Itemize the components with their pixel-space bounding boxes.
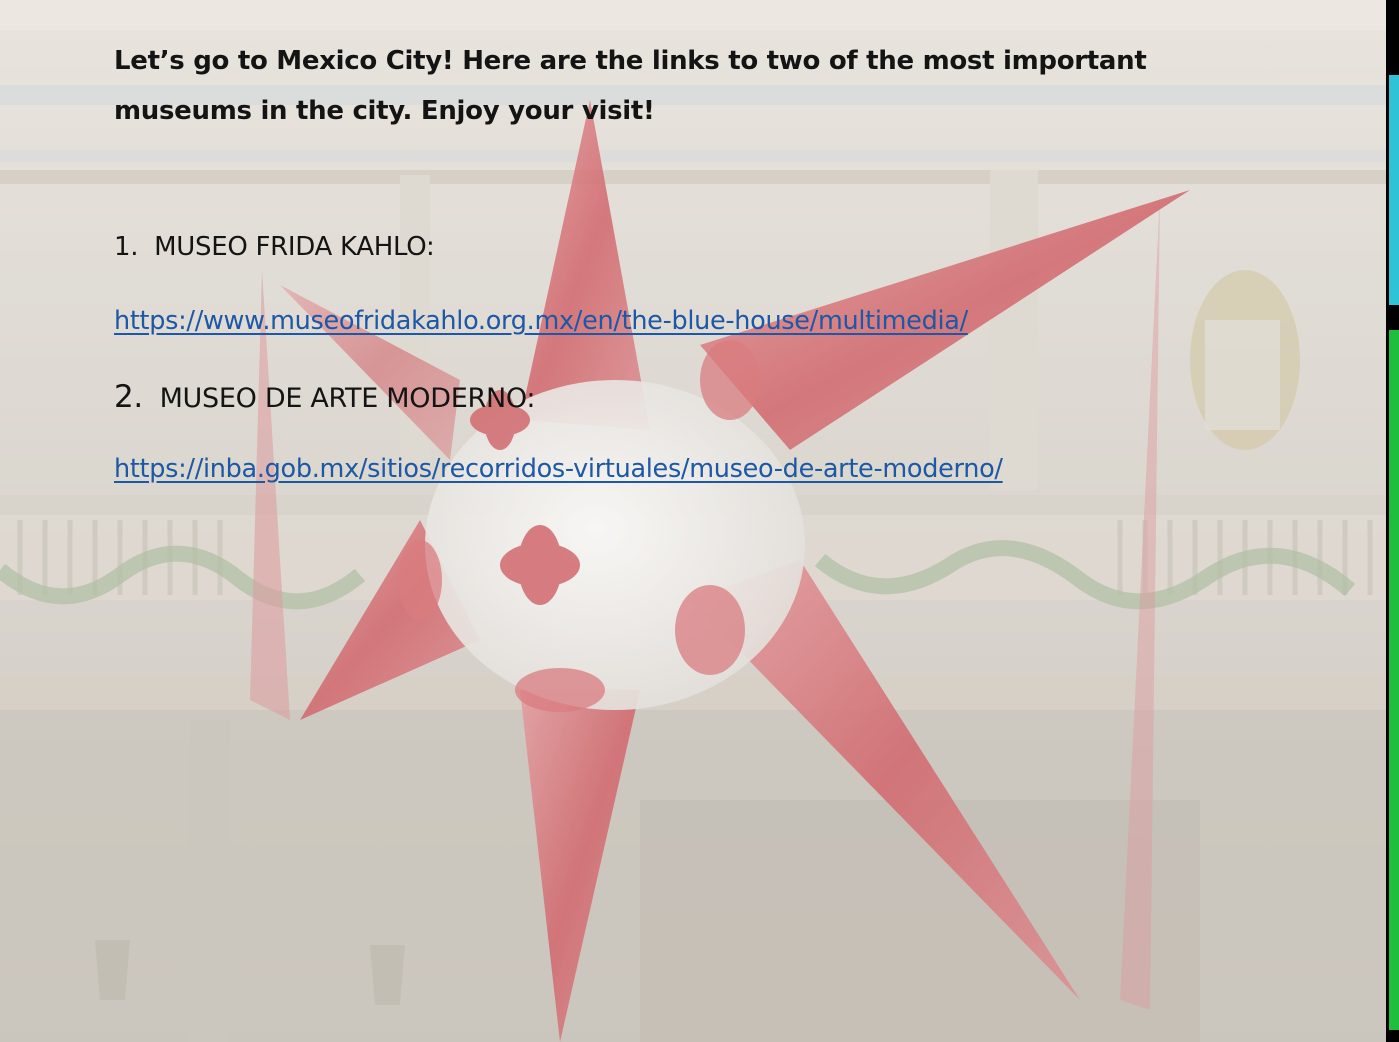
museum-title: MUSEO FRIDA KAHLO: [154,232,435,262]
right-edge-teal-panel [1389,75,1399,305]
museum-item-1: 1. MUSEO FRIDA KAHLO: [114,232,435,262]
intro-text: Let’s go to Mexico City! Here are the li… [114,46,1147,126]
item-number: 1. [114,232,139,262]
slide: Let’s go to Mexico City! Here are the li… [0,0,1399,1042]
item-number: 2. [114,379,143,415]
museum-link-arte-moderno[interactable]: https://inba.gob.mx/sitios/recorridos-vi… [114,454,1003,484]
right-edge-green-panel [1389,330,1399,1030]
text-readability-overlay [0,0,1399,1042]
museum-link-frida-kahlo[interactable]: https://www.museofridakahlo.org.mx/en/th… [114,306,968,336]
museum-item-2: 2. MUSEO DE ARTE MODERNO: [114,379,535,415]
museum-title: MUSEO DE ARTE MODERNO: [159,383,536,414]
slide-content: Let’s go to Mexico City! Here are the li… [114,36,1354,484]
